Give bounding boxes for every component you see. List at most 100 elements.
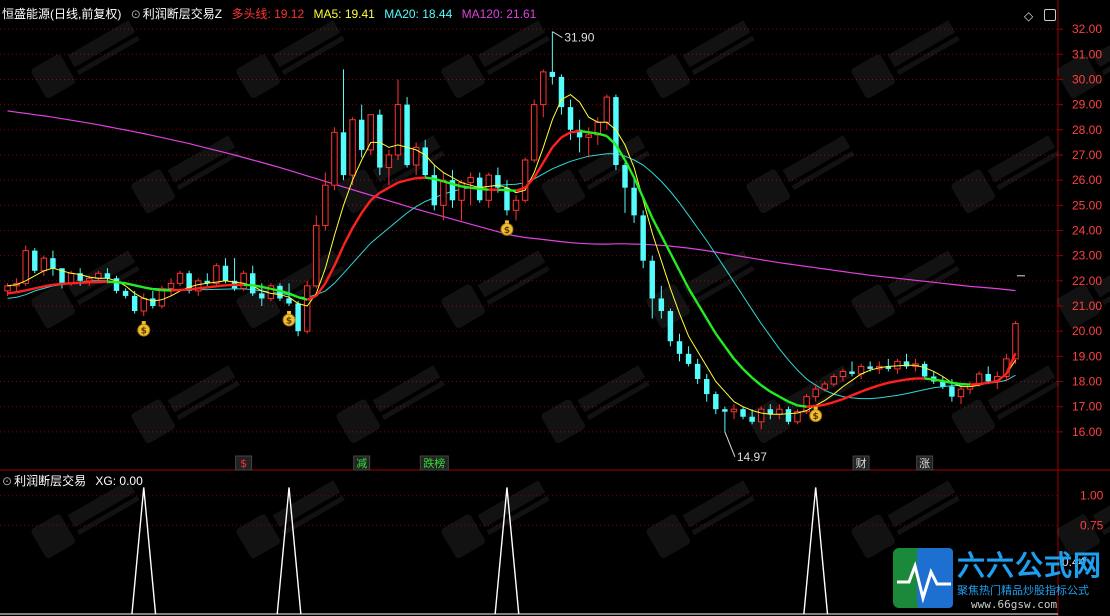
- candle: [885, 358, 892, 372]
- logo-emblem-icon: [893, 548, 953, 608]
- watermark-emblem: [851, 54, 895, 98]
- watermark-emblem: [441, 284, 485, 328]
- sub-indicator-toggle-icon[interactable]: ⊙: [2, 474, 12, 488]
- stock-chart-canvas[interactable]: $ $ $ $ 16.00 17.00 18.00 19.00 20.00 21.00 22.00…: [0, 0, 1110, 616]
- candle-body: [667, 311, 674, 342]
- candle: [50, 250, 56, 276]
- candle-body: [313, 224, 320, 287]
- candle-body: [394, 104, 402, 156]
- candle: [622, 162, 628, 213]
- indicator-toggle-icon[interactable]: ⊙: [131, 7, 141, 21]
- candle-body: [150, 298, 156, 306]
- event-tag: 涨: [919, 457, 930, 470]
- candle: [685, 346, 692, 367]
- dtx-segment: [933, 378, 944, 383]
- dtx-segment: [52, 282, 63, 287]
- dtx-segment: [216, 284, 226, 288]
- stock-name[interactable]: 恒盛能源: [2, 7, 50, 21]
- dtx-segment: [461, 185, 471, 189]
- window-restore-icon[interactable]: [1044, 9, 1056, 21]
- dtx-segment: [506, 189, 517, 192]
- money-bag-tie: [813, 406, 818, 410]
- dtx-segment: [851, 390, 862, 397]
- low-pointer: [724, 431, 736, 458]
- money-bag-tie: [287, 311, 292, 314]
- indicator-name[interactable]: 利润断层交易Z: [143, 7, 222, 21]
- price-tick-label: 17.00: [1072, 400, 1102, 414]
- candle-body: [613, 97, 619, 166]
- candle: [40, 255, 48, 276]
- candle-body: [22, 250, 29, 284]
- event-tag: 减: [356, 457, 367, 470]
- dtx-segment: [116, 280, 126, 285]
- dtx-segment: [815, 403, 825, 408]
- money-bag-symbol: $: [286, 317, 292, 327]
- watermark-layer: [31, 20, 1110, 558]
- dtx-segment: [425, 176, 435, 181]
- candle: [921, 361, 928, 379]
- candle-body: [86, 277, 93, 282]
- sub-indicator-name[interactable]: 利润断层交易: [14, 474, 86, 488]
- dtx-segment: [960, 382, 971, 386]
- price-tick-label: 31.00: [1072, 47, 1102, 61]
- candle: [640, 210, 646, 269]
- candle-body: [512, 199, 520, 211]
- dtx-segment: [714, 332, 726, 347]
- sub-chart-header: ⊙ 利润断层交易 XG: 0.00: [2, 473, 149, 489]
- candle-body: [603, 96, 611, 123]
- money-bag-symbol: $: [504, 226, 510, 236]
- watermark-emblem: [441, 54, 485, 98]
- candle: [404, 97, 410, 168]
- price-tick-label: 20.00: [1072, 324, 1102, 338]
- candle-body: [40, 257, 48, 272]
- dtx-segment: [833, 397, 844, 404]
- period-label[interactable]: (日线,前复权): [50, 7, 121, 21]
- watermark-emblem: [541, 169, 585, 213]
- candle: [603, 94, 611, 130]
- dtx-segment: [924, 377, 934, 381]
- candle-body: [140, 297, 147, 312]
- candle-body: [785, 409, 792, 422]
- candle-body: [921, 363, 928, 377]
- low-price-label: 14.97: [737, 450, 767, 464]
- candle: [222, 258, 229, 284]
- candle-body: [259, 293, 265, 299]
- price-tick-label: 16.00: [1072, 425, 1102, 439]
- money-bag-icon: $: [500, 220, 514, 236]
- candle: [113, 275, 120, 294]
- candle-body: [530, 104, 538, 161]
- price-tick-label: 28.00: [1072, 123, 1102, 137]
- dtx-segment: [906, 377, 916, 381]
- candle: [794, 409, 801, 425]
- candle: [367, 114, 374, 155]
- candle-body: [485, 174, 493, 201]
- dtx-segment: [723, 345, 735, 360]
- watermark: [951, 135, 1060, 213]
- candle-body: [176, 272, 184, 284]
- candle-body: [303, 285, 311, 332]
- watermark-emblem: [236, 54, 280, 98]
- dtx-segment: [170, 288, 181, 292]
- candle-body: [50, 258, 56, 269]
- event-tag: $: [240, 457, 247, 470]
- diamond-icon[interactable]: ◇: [1024, 9, 1033, 23]
- site-logo: 六六公式网 聚焦热门精品炒股指标公式 www.66gsw.com: [891, 544, 1110, 616]
- candle-body: [385, 154, 393, 169]
- watermark: [236, 20, 345, 98]
- dtx-segment: [969, 382, 980, 386]
- candle: [521, 157, 529, 203]
- watermark: [646, 250, 755, 328]
- main-chart-header: 恒盛能源(日线,前复权) ⊙ 利润断层交易Z 多头线: 19.12 MA5: 19…: [2, 6, 542, 22]
- candle: [267, 283, 275, 301]
- watermark: [441, 250, 550, 328]
- watermark: [441, 480, 550, 558]
- candle-body: [404, 104, 410, 166]
- candle: [849, 361, 855, 377]
- candle-body: [757, 408, 765, 423]
- xg-value: XG: 0.00: [95, 474, 143, 488]
- candle-body: [622, 165, 628, 188]
- dtx-segment: [479, 187, 489, 191]
- candle: [340, 69, 347, 181]
- candle-body: [213, 265, 220, 284]
- price-tick-label: 18.00: [1072, 375, 1102, 389]
